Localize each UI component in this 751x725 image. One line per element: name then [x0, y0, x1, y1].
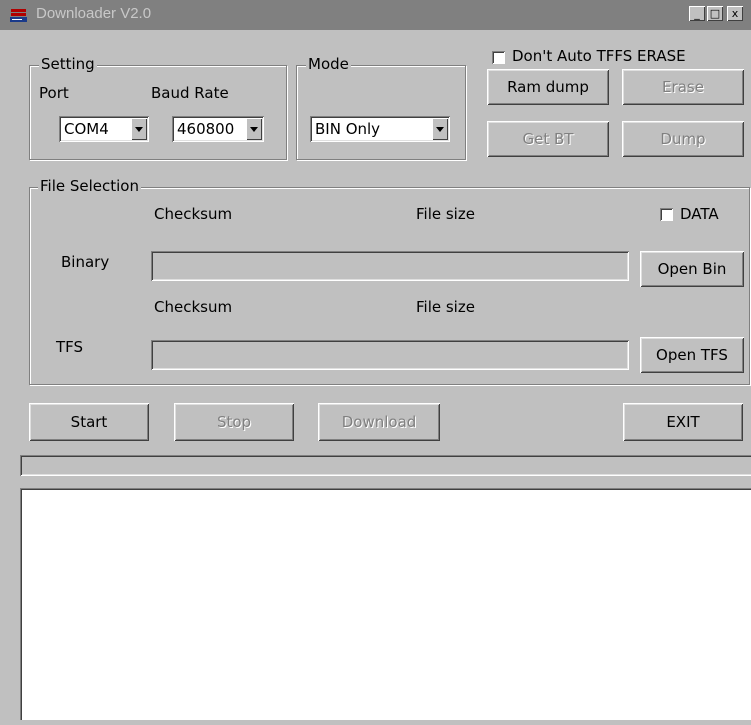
binary-checksum-label: Checksum	[154, 205, 233, 223]
stop-button[interactable]: Stop	[174, 403, 294, 441]
binary-file-size-label: File size	[416, 205, 475, 223]
title-bar[interactable]: Downloader V2.0 _ □ x	[0, 0, 751, 30]
setting-legend: Setting	[39, 55, 97, 73]
tfs-file-size-label: File size	[416, 298, 475, 316]
binary-path-field	[151, 251, 629, 281]
minimize-button[interactable]: _	[689, 6, 705, 21]
baud-rate-label: Baud Rate	[151, 84, 229, 102]
tfs-path-field	[151, 340, 629, 370]
baud-rate-select[interactable]: 460800	[172, 116, 264, 142]
maximize-button[interactable]: □	[707, 6, 723, 21]
start-button[interactable]: Start	[29, 403, 149, 441]
tfs-label: TFS	[56, 338, 84, 356]
ram-dump-button[interactable]: Ram dump	[487, 69, 609, 105]
data-checkbox[interactable]	[660, 208, 673, 221]
chevron-down-icon[interactable]	[131, 118, 147, 140]
chevron-down-icon[interactable]	[246, 118, 262, 140]
port-label: Port	[39, 84, 69, 102]
log-output[interactable]	[20, 488, 751, 720]
baud-rate-select-value: 460800	[177, 120, 235, 138]
download-progress-bar	[20, 455, 751, 476]
mode-legend: Mode	[306, 55, 351, 73]
chevron-down-icon[interactable]	[432, 118, 448, 140]
get-bt-button[interactable]: Get BT	[487, 121, 609, 157]
dont-auto-erase-checkbox[interactable]	[492, 51, 505, 64]
port-select-value: COM4	[64, 120, 109, 138]
file-selection-legend: File Selection	[38, 177, 141, 195]
mode-group	[296, 65, 466, 160]
binary-label: Binary	[61, 253, 110, 271]
open-tfs-button[interactable]: Open TFS	[640, 337, 744, 373]
exit-button[interactable]: EXIT	[623, 403, 743, 441]
port-select[interactable]: COM4	[59, 116, 149, 142]
close-button[interactable]: x	[727, 6, 743, 21]
window-title: Downloader V2.0	[36, 5, 152, 22]
downloader-app-icon	[10, 7, 28, 23]
download-button[interactable]: Download	[318, 403, 440, 441]
tfs-checksum-label: Checksum	[154, 298, 233, 316]
mode-select-value: BIN Only	[315, 120, 381, 138]
data-label: DATA	[680, 205, 719, 223]
mode-select[interactable]: BIN Only	[310, 116, 450, 142]
dont-auto-erase-label: Don't Auto TFFS ERASE	[512, 47, 686, 65]
erase-button[interactable]: Erase	[622, 69, 744, 105]
setting-group	[29, 65, 287, 160]
open-bin-button[interactable]: Open Bin	[640, 251, 744, 287]
dump-button[interactable]: Dump	[622, 121, 744, 157]
